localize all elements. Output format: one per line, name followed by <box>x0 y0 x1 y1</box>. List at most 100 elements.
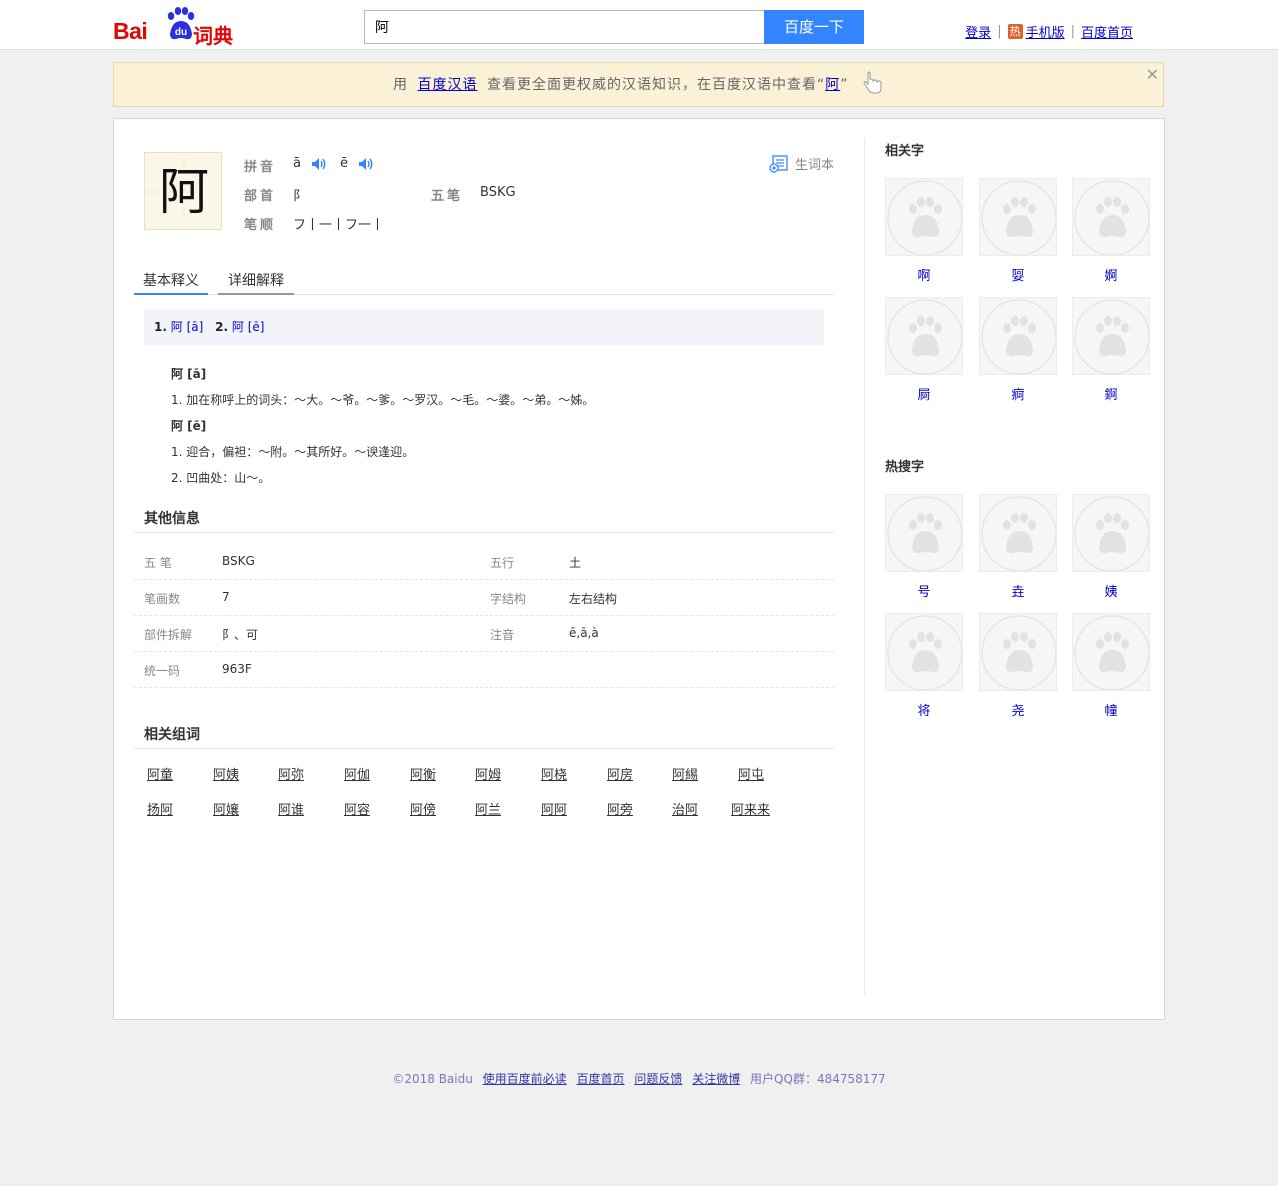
word-link[interactable]: 阿房 <box>607 764 633 783</box>
char-thumbnail[interactable] <box>1072 494 1150 572</box>
vocab-book-icon <box>769 154 788 173</box>
pinyin-label: 拼音 <box>244 160 277 175</box>
word-link[interactable]: 阿姨 <box>213 764 239 783</box>
tab-detailed-explanation[interactable]: 详细解释 <box>218 264 294 295</box>
word-link[interactable]: 阿伽 <box>344 764 370 783</box>
char-link[interactable]: 錒 <box>1072 384 1150 403</box>
char-thumbnail[interactable] <box>979 494 1057 572</box>
mobile-link[interactable]: 手机版 <box>1026 22 1065 41</box>
baidu-dict-logo[interactable]: Bai du 词典 <box>113 4 243 48</box>
char-link[interactable]: 将 <box>885 700 963 719</box>
char-thumbnail[interactable] <box>885 297 963 375</box>
char-link[interactable]: 娿 <box>979 265 1057 284</box>
placeholder-paw-icon <box>1074 299 1150 375</box>
char-thumbnail[interactable] <box>1072 613 1150 691</box>
word-link[interactable]: 阿弥 <box>278 764 304 783</box>
quote-open: “ <box>816 77 826 93</box>
word-link[interactable]: 阿緆 <box>672 764 698 783</box>
char-link[interactable]: 号 <box>885 581 963 600</box>
placeholder-paw-icon <box>981 496 1057 572</box>
char-link[interactable]: 痾 <box>979 384 1057 403</box>
char-thumbnail[interactable] <box>885 494 963 572</box>
footer-link-feedback[interactable]: 问题反馈 <box>634 1072 682 1086</box>
tab-basic-definition[interactable]: 基本释义 <box>134 264 208 295</box>
char-link[interactable]: 垚 <box>979 581 1057 600</box>
word-link[interactable]: 阿傍 <box>410 799 436 818</box>
word-link[interactable]: 阿旁 <box>607 799 633 818</box>
info-key: 注音 <box>490 628 515 642</box>
info-row: 统一码 963F <box>134 652 834 688</box>
char-link[interactable]: 屙 <box>885 384 963 403</box>
placeholder-paw-icon <box>887 615 963 691</box>
info-key: 部件拆解 <box>144 628 193 642</box>
placeholder-paw-icon <box>981 180 1057 256</box>
vocab-book-button[interactable]: 生词本 <box>769 154 834 173</box>
info-row: 部件拆解 阝、可 注音 ē,ā,à <box>134 616 834 652</box>
close-icon[interactable]: ✕ <box>1146 65 1159 85</box>
placeholder-paw-icon <box>887 180 963 256</box>
main-char: 阿 <box>159 163 209 221</box>
info-value: 7 <box>222 590 230 604</box>
definition-heading: 阿 [ē] <box>171 419 207 433</box>
word-link[interactable]: 阿桡 <box>541 764 567 783</box>
word-link[interactable]: 阿衡 <box>410 764 436 783</box>
word-link[interactable]: 阿谁 <box>278 799 304 818</box>
placeholder-paw-icon <box>1074 615 1150 691</box>
word-link[interactable]: 阿容 <box>344 799 370 818</box>
definition-item: 1. 加在称呼上的词头：～大。～爷。～爹。～罗汉。～毛。～婆。～弟。～姊。 <box>171 393 595 407</box>
word-link[interactable]: 阿阿 <box>541 799 567 818</box>
char-link[interactable]: 啊 <box>885 265 963 284</box>
word-link[interactable]: 阿姆 <box>475 764 501 783</box>
char-thumbnail[interactable] <box>979 613 1057 691</box>
char-thumbnail[interactable] <box>1072 297 1150 375</box>
logo-du: du <box>175 27 187 38</box>
char-thumbnail[interactable] <box>979 178 1057 256</box>
speaker-icon[interactable] <box>358 157 374 171</box>
char-thumbnail[interactable] <box>1072 178 1150 256</box>
pinyin-1: ā <box>293 156 301 171</box>
search-button[interactable]: 百度一下 <box>764 10 864 44</box>
divider <box>864 138 865 995</box>
vocab-book-label: 生词本 <box>795 158 835 173</box>
char-thumbnail[interactable] <box>979 297 1057 375</box>
notice-char-link[interactable]: 阿 <box>825 77 840 93</box>
pron-link-2[interactable]: 阿 [ē] <box>232 320 265 334</box>
wubi-label: 五笔 <box>431 189 464 204</box>
notice-text: 查看更全面更权威的汉语知识，在百度汉语中查看 <box>486 77 817 93</box>
word-link[interactable]: 扬阿 <box>147 799 173 818</box>
word-link[interactable]: 阿兰 <box>475 799 501 818</box>
word-link[interactable]: 治阿 <box>672 799 698 818</box>
info-key: 五 笔 <box>144 556 172 570</box>
word-link[interactable]: 阿来来 <box>731 799 770 818</box>
char-thumbnail[interactable] <box>885 178 963 256</box>
related-chars-title: 相关字 <box>885 144 925 159</box>
char-link[interactable]: 幢 <box>1072 700 1150 719</box>
char-link[interactable]: 婀 <box>1072 265 1150 284</box>
placeholder-paw-icon <box>887 496 963 572</box>
divider <box>134 748 834 749</box>
info-value: 左右结构 <box>569 592 618 606</box>
baidu-home-link[interactable]: 百度首页 <box>1081 22 1133 41</box>
word-link[interactable]: 阿孃 <box>213 799 239 818</box>
tab-bar: 基本释义 详细解释 <box>134 264 834 295</box>
word-link[interactable]: 阿童 <box>147 764 173 783</box>
char-link[interactable]: 尧 <box>979 700 1057 719</box>
related-words-title: 相关组词 <box>144 727 200 743</box>
stroke-order-value: フ丨一丨フ一丨 <box>293 218 385 233</box>
baidu-hanyu-link[interactable]: 百度汉语 <box>418 77 478 93</box>
speaker-icon[interactable] <box>311 157 327 171</box>
logo-suffix: 词典 <box>193 24 233 48</box>
word-link[interactable]: 阿屯 <box>738 764 764 783</box>
pron-link-1[interactable]: 阿 [ā] <box>171 320 204 334</box>
footer-link-weibo[interactable]: 关注微博 <box>692 1072 740 1086</box>
char-thumbnail[interactable] <box>885 613 963 691</box>
footer-link-terms[interactable]: 使用百度前必读 <box>483 1072 567 1086</box>
login-link[interactable]: 登录 <box>965 22 991 41</box>
stroke-order-label: 笔顺 <box>244 218 277 233</box>
search-input[interactable] <box>364 10 765 44</box>
info-key: 笔画数 <box>144 592 181 606</box>
char-link[interactable]: 姨 <box>1072 581 1150 600</box>
info-value: 963F <box>222 662 252 676</box>
info-key: 统一码 <box>144 664 181 678</box>
footer-link-home[interactable]: 百度首页 <box>577 1072 625 1086</box>
